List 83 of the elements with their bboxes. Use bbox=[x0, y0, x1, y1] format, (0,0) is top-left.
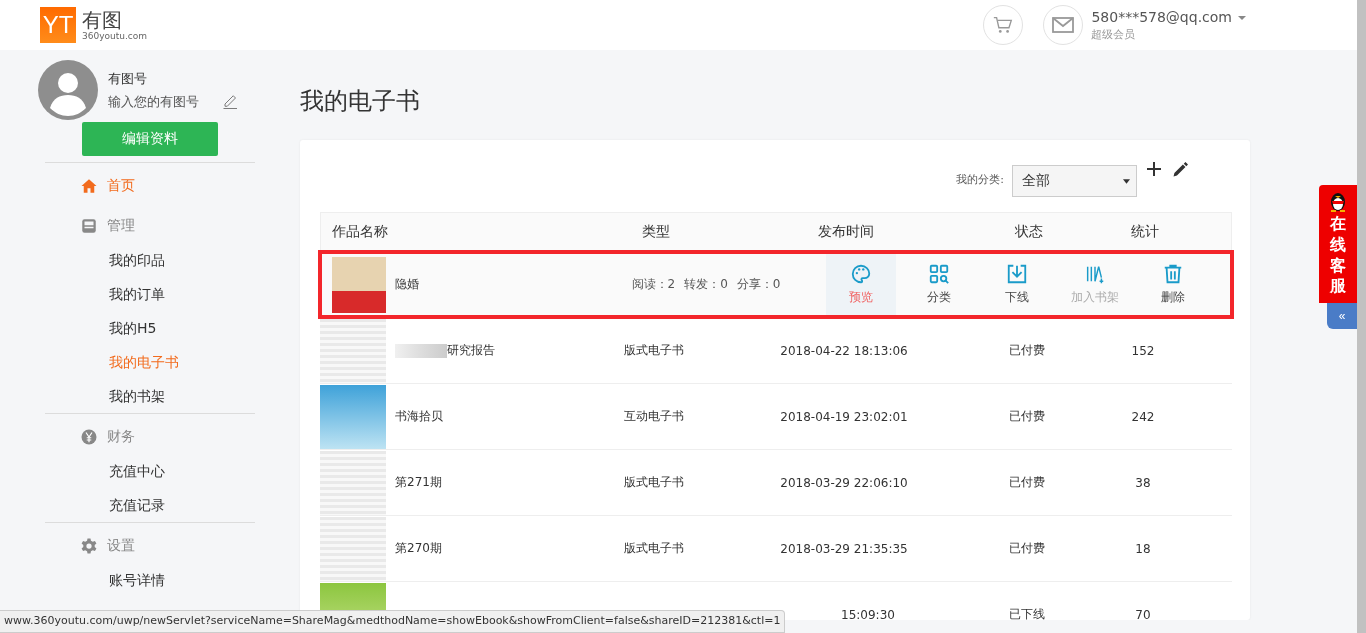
cover-thumbnail bbox=[320, 450, 386, 515]
logo-domain: 360youtu.com bbox=[82, 31, 148, 41]
grid-search-icon bbox=[928, 263, 950, 285]
book-title[interactable]: 研究报告 bbox=[447, 342, 495, 359]
yen-icon bbox=[80, 428, 98, 446]
logo-text: 有图 bbox=[82, 9, 123, 31]
book-title[interactable]: 书海拾贝 bbox=[395, 408, 443, 425]
column-header: 统计 bbox=[1130, 223, 1160, 241]
type-cell-text: 版式电子书 bbox=[623, 474, 685, 491]
palette-icon bbox=[850, 263, 872, 285]
add-button[interactable] bbox=[1147, 162, 1161, 176]
download-icon bbox=[1006, 263, 1028, 285]
status-cell-text: 已付费 bbox=[1008, 342, 1046, 359]
status-cell-text: 已付费 bbox=[1008, 474, 1046, 491]
type-cell-text: 互动电子书 bbox=[623, 408, 685, 425]
penguin-icon bbox=[1328, 190, 1348, 214]
nav-item[interactable]: 我的H5 bbox=[38, 311, 255, 345]
status-cell-text: 已付费 bbox=[1008, 408, 1046, 425]
caret-icon bbox=[1238, 16, 1246, 20]
cover-thumbnail bbox=[320, 384, 386, 449]
type-cell-text: 版式电子书 bbox=[623, 540, 685, 557]
count-cell-text: 18 bbox=[1134, 541, 1152, 556]
pencil-icon bbox=[222, 92, 240, 110]
collapse-button[interactable]: « bbox=[1327, 303, 1357, 329]
column-header: 类型 bbox=[641, 223, 671, 241]
trash-icon bbox=[1162, 263, 1184, 285]
nav-item[interactable]: 充值记录 bbox=[38, 488, 255, 522]
nav-item[interactable]: 我的书架 bbox=[38, 379, 255, 413]
status-cell-text: 已付费 bbox=[1008, 540, 1046, 557]
status-url: www.360youtu.com/uwp/newServlet?serviceName=ShareMag&medthodName=showEbook&showFromClient=false&shareID=212381&ctl=1 bbox=[4, 614, 781, 627]
user-email[interactable]: 580***578@qq.com bbox=[1091, 8, 1232, 25]
online-service-tab[interactable]: 在线客服 bbox=[1319, 185, 1357, 303]
column-header: 发布时间 bbox=[817, 223, 875, 241]
date-cell-text: 2018-04-19 23:02:01 bbox=[779, 409, 909, 424]
date-cell-text: 15:09:30 bbox=[840, 607, 896, 620]
nav-item[interactable]: 我的订单 bbox=[38, 277, 255, 311]
tray-icon bbox=[80, 217, 98, 235]
cart-button[interactable] bbox=[983, 5, 1024, 45]
id-input-field[interactable]: 输入您的有图号 bbox=[108, 93, 208, 109]
column-header: 作品名称 bbox=[331, 223, 389, 241]
status-cell-text: 已下线 bbox=[1008, 606, 1046, 620]
books-icon bbox=[1084, 263, 1106, 285]
nav-section[interactable]: 管理 bbox=[38, 209, 255, 243]
action-button[interactable]: 下线 bbox=[982, 252, 1052, 317]
cover-thumbnail bbox=[320, 318, 386, 383]
date-cell-text: 2018-04-22 18:13:06 bbox=[779, 343, 909, 358]
category-label: 我的分类: bbox=[956, 171, 1004, 187]
date-cell-text: 2018-03-29 21:35:35 bbox=[779, 541, 909, 556]
profile-name: 有图号 bbox=[108, 70, 148, 88]
page-title: 我的电子书 bbox=[300, 86, 421, 116]
count-cell-text: 242 bbox=[1130, 409, 1156, 424]
type-cell-text: 版式电子书 bbox=[623, 342, 685, 359]
action-button[interactable]: 分类 bbox=[904, 252, 974, 317]
cart-icon bbox=[992, 14, 1015, 36]
mail-button[interactable] bbox=[1043, 5, 1084, 45]
home-icon bbox=[80, 177, 98, 195]
count-cell-text: 38 bbox=[1134, 475, 1152, 490]
stat-text: 阅读：2 bbox=[631, 276, 676, 293]
edit-category-button[interactable] bbox=[1171, 162, 1188, 179]
date-cell-text: 2018-03-29 22:06:10 bbox=[779, 475, 909, 490]
member-level: 超级会员 bbox=[1091, 26, 1137, 42]
pencil-icon bbox=[1171, 162, 1188, 179]
count-cell-text: 152 bbox=[1130, 343, 1156, 358]
book-title[interactable]: 第271期 bbox=[395, 474, 442, 491]
logo-mark: YT bbox=[40, 7, 76, 43]
book-title[interactable]: 隐婚 bbox=[386, 276, 586, 293]
scrollbar[interactable] bbox=[1357, 0, 1366, 633]
action-button[interactable]: 删除 bbox=[1138, 252, 1208, 317]
book-title[interactable]: 第270期 bbox=[395, 540, 442, 557]
column-header: 状态 bbox=[1014, 223, 1044, 241]
caret-icon bbox=[1123, 178, 1130, 184]
category-select[interactable]: 全部 bbox=[1012, 165, 1137, 197]
settings-icon bbox=[80, 537, 98, 555]
stat-text: 分享：0 bbox=[736, 276, 781, 293]
count-cell-text: 70 bbox=[1134, 607, 1152, 620]
stat-text: 转发：0 bbox=[684, 276, 728, 293]
edit-button[interactable] bbox=[222, 92, 240, 110]
nav-item[interactable]: 我的印品 bbox=[38, 243, 255, 277]
avatar-silhouette bbox=[38, 60, 98, 120]
nav-item[interactable]: 充值中心 bbox=[38, 454, 255, 488]
nav-item[interactable]: 账号详情 bbox=[38, 563, 255, 597]
plus-icon bbox=[1147, 162, 1161, 176]
cover-thumbnail bbox=[332, 256, 386, 313]
